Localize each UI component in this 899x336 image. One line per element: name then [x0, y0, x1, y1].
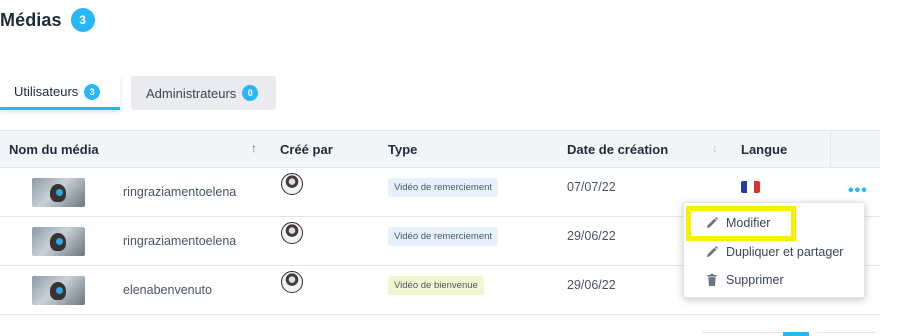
creator-avatar — [281, 173, 303, 195]
type-badge: Vidéo de remerciement — [388, 178, 499, 197]
creator-avatar — [281, 271, 303, 293]
video-thumbnail[interactable] — [32, 178, 85, 207]
menu-item-label: Dupliquer et partager — [726, 245, 844, 259]
tab-label: Utilisateurs — [14, 84, 79, 99]
creation-date: 07/07/22 — [567, 180, 616, 194]
menu-item-supprimer[interactable]: Supprimer — [705, 273, 784, 287]
pagination-hint — [817, 332, 877, 336]
trash-icon — [705, 273, 719, 287]
menu-item-label: Modifier — [726, 216, 771, 230]
table-header: Nom du média ↑ Créé par Type Date de cré… — [0, 130, 880, 168]
creator-avatar — [281, 222, 303, 244]
sort-asc-icon[interactable]: ↑ — [251, 141, 257, 155]
media-count-badge: 3 — [70, 8, 95, 32]
pencil-icon — [705, 245, 719, 259]
page-title: Médias — [0, 9, 62, 30]
tab-label: Administrateurs — [146, 85, 237, 101]
actions-column-header — [830, 131, 880, 167]
menu-item-dupliquer[interactable]: Dupliquer et partager — [705, 245, 843, 259]
page-header: Médias 3 — [0, 8, 95, 32]
tab-utilisateurs[interactable]: Utilisateurs 3 — [0, 76, 120, 110]
pagination-hint — [702, 332, 782, 336]
creation-date: 29/06/22 — [567, 278, 616, 292]
media-name: ringraziamentoelena — [123, 185, 237, 199]
pencil-icon — [705, 216, 719, 230]
column-header-language[interactable]: Langue — [741, 142, 787, 157]
column-header-type[interactable]: Type — [388, 142, 417, 157]
tab-count-badge: 0 — [242, 85, 259, 101]
sort-desc-icon[interactable]: ↓ — [712, 141, 718, 155]
type-badge: Vidéo de bienvenue — [388, 276, 484, 295]
type-badge: Vidéo de remerciement — [388, 227, 499, 246]
row-context-menu: Modifier Dupliquer et partager Supprimer — [683, 202, 865, 298]
menu-item-label: Supprimer — [726, 273, 784, 287]
flag-fr-icon — [741, 181, 760, 193]
video-thumbnail[interactable] — [32, 227, 85, 256]
tab-bar: Utilisateurs 3 Administrateurs 0 — [0, 76, 276, 110]
video-thumbnail[interactable] — [32, 276, 85, 305]
more-actions-icon[interactable]: ••• — [848, 182, 868, 200]
menu-item-modifier[interactable]: Modifier — [705, 216, 770, 230]
media-name: ringraziamentoelena — [123, 234, 237, 248]
column-header-creator[interactable]: Créé par — [280, 142, 333, 157]
column-header-name[interactable]: Nom du média — [9, 142, 99, 157]
tab-count-badge: 3 — [84, 83, 101, 100]
tab-administrateurs[interactable]: Administrateurs 0 — [131, 76, 276, 110]
media-name: elenabenvenuto — [123, 283, 212, 297]
pagination-active-hint[interactable] — [783, 332, 809, 336]
creation-date: 29/06/22 — [567, 229, 616, 243]
column-header-date[interactable]: Date de création — [567, 142, 668, 157]
